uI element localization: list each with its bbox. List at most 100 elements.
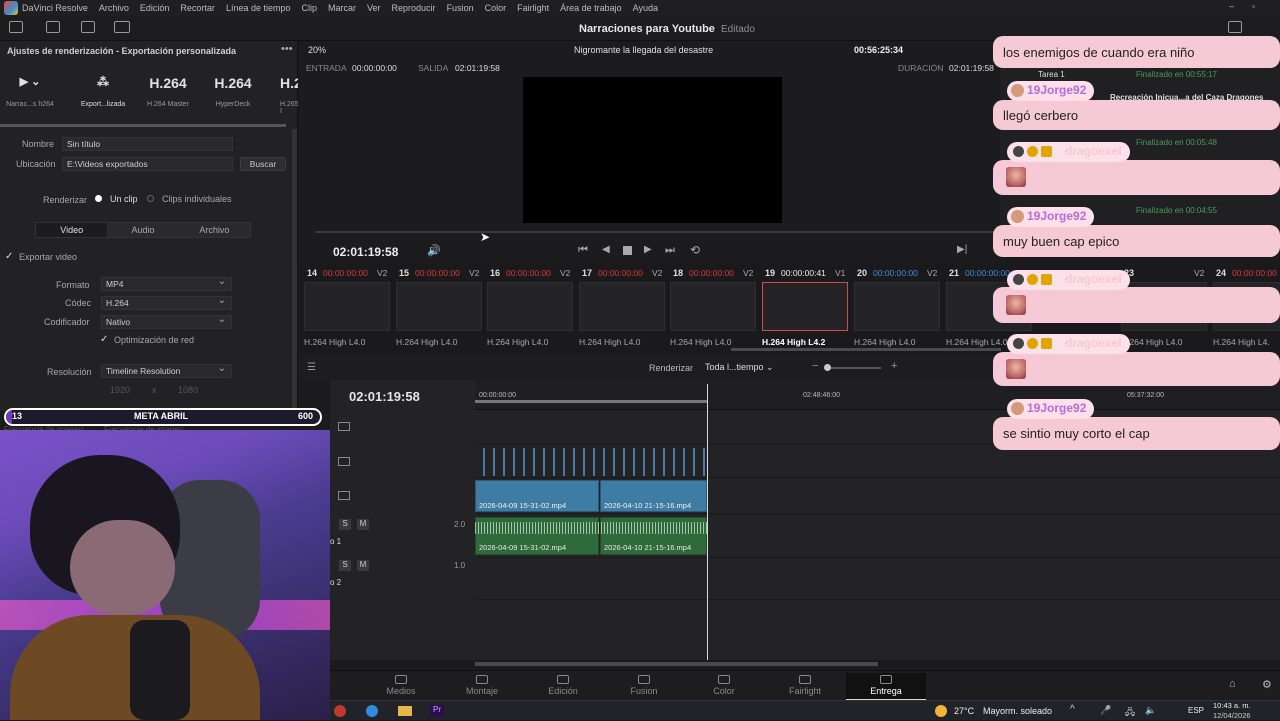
page-tab-color[interactable]: Color: [694, 673, 754, 696]
menu-fairlight[interactable]: Fairlight: [517, 3, 549, 13]
menu-archivo[interactable]: Archivo: [99, 3, 129, 13]
menu-ayuda[interactable]: Ayuda: [633, 3, 658, 13]
more-options-icon[interactable]: •••: [281, 43, 293, 55]
preset-scrollbar[interactable]: [0, 124, 286, 127]
maximize-icon[interactable]: ▫: [1252, 1, 1255, 11]
menu-reproducir[interactable]: Reproducir: [392, 3, 436, 13]
tab-archivo[interactable]: Archivo: [179, 223, 250, 237]
formato-select[interactable]: MP4: [101, 276, 232, 291]
clock-date[interactable]: 12/04/2026: [1213, 711, 1251, 720]
menu-edicion[interactable]: Edición: [140, 3, 170, 13]
menu-marcar[interactable]: Marcar: [328, 3, 356, 13]
zoom-select[interactable]: 20%: [308, 45, 326, 55]
menu-ver[interactable]: Ver: [367, 3, 381, 13]
video-preview[interactable]: [523, 77, 782, 223]
nombre-input[interactable]: Sin título: [62, 137, 233, 151]
track-v1-icon[interactable]: [338, 491, 350, 500]
preset-narraciones[interactable]: ▶ ⌄ Narrac...s h264: [0, 75, 60, 108]
last-frame-icon[interactable]: ⏭: [665, 244, 675, 257]
resolucion-select[interactable]: Timeline Resolution: [101, 363, 232, 378]
timeline-scrollbar[interactable]: [475, 662, 878, 666]
mic-icon[interactable]: 🎤: [1100, 705, 1111, 716]
tab-video[interactable]: Video: [36, 223, 108, 237]
page-tab-montaje[interactable]: Montaje: [452, 673, 512, 696]
speaker-icon[interactable]: 🔈: [1145, 705, 1156, 716]
track-v1[interactable]: 2026-04-09 15-31-02.mp4 2026-04-10 21-15…: [475, 478, 1280, 514]
playhead[interactable]: [707, 384, 708, 660]
loop-icon[interactable]: ⟲: [690, 243, 700, 257]
clip-thumbnail[interactable]: [396, 282, 482, 331]
menu-linea-de-tiempo[interactable]: Línea de tiempo: [226, 3, 291, 13]
video-clip[interactable]: 2026-04-10 21-15-16.mp4: [600, 480, 707, 512]
network-icon[interactable]: 🖧: [1125, 705, 1135, 721]
minimize-icon[interactable]: –: [1229, 1, 1234, 11]
codec-select[interactable]: H.264: [101, 295, 232, 310]
film-icon[interactable]: [114, 21, 130, 33]
tray-chevron-icon[interactable]: ^: [1070, 704, 1075, 715]
list-icon[interactable]: [81, 21, 95, 33]
solo-a2-button[interactable]: S: [339, 560, 351, 571]
video-clip[interactable]: 2026-04-09 15-31-02.mp4: [475, 480, 599, 512]
panel-scrollbar[interactable]: [292, 129, 297, 409]
track-a1[interactable]: 2026-04-09 15-31-02.mp4 2026-04-10 21-15…: [475, 516, 1280, 558]
clip-thumbnail[interactable]: [670, 282, 756, 331]
clips-individuales-radio[interactable]: [147, 195, 154, 202]
exportar-video-checkbox[interactable]: ✓: [5, 251, 13, 262]
preset-hyperdeck[interactable]: H.264 HyperDeck: [203, 75, 263, 108]
viewer-scrubber[interactable]: [315, 231, 995, 233]
home-icon[interactable]: ⌂: [1229, 678, 1236, 690]
reverse-icon[interactable]: ◀: [602, 244, 610, 255]
zoom-out-icon[interactable]: −: [812, 360, 818, 372]
clock-time[interactable]: 10:43 a. m.: [1213, 701, 1251, 710]
weather-desc[interactable]: Mayorm. soleado: [983, 706, 1052, 716]
language-indicator[interactable]: ESP: [1188, 706, 1204, 715]
render-settings-icon[interactable]: [9, 21, 23, 33]
panel-icon[interactable]: [1228, 21, 1242, 33]
page-tab-fusion[interactable]: Fusion: [614, 673, 674, 696]
page-tab-medios[interactable]: Medios: [371, 673, 431, 696]
next-clip-icon[interactable]: ▶|: [957, 244, 967, 255]
menu-recortar[interactable]: Recortar: [180, 3, 215, 13]
track-a2[interactable]: [475, 558, 1280, 600]
solo-a1-button[interactable]: S: [339, 519, 351, 530]
preset-h265[interactable]: H.2 H.265 I: [262, 75, 298, 115]
play-button-icon[interactable]: ▶: [644, 244, 652, 255]
page-tab-edicion[interactable]: Edición: [533, 673, 593, 696]
menu-area-de-trabajo[interactable]: Área de trabajo: [560, 3, 622, 13]
volume-icon[interactable]: 🔊: [427, 244, 441, 257]
menu-color[interactable]: Color: [485, 3, 507, 13]
first-frame-icon[interactable]: ⏮: [578, 244, 588, 257]
clapper-icon[interactable]: [46, 21, 60, 33]
clip-thumbnail[interactable]: [304, 282, 390, 331]
un-clip-radio[interactable]: [95, 195, 102, 202]
clip-strip-scrollbar[interactable]: [731, 348, 1001, 351]
codificador-select[interactable]: Nativo: [101, 314, 232, 329]
renderizar-range-select[interactable]: Toda l...tiempo ⌄: [701, 361, 787, 375]
zoom-in-icon[interactable]: +: [891, 360, 897, 372]
ubicacion-input[interactable]: E:\Videos exportados: [62, 157, 233, 171]
timeline-name[interactable]: Nigromante la llegada del desastre: [574, 45, 713, 55]
tab-audio[interactable]: Audio: [107, 223, 178, 237]
preset-h264-master[interactable]: H.264 H.264 Master: [138, 75, 198, 108]
clip-thumbnail[interactable]: [854, 282, 940, 331]
folder-icon[interactable]: [398, 706, 412, 716]
preset-exportacion[interactable]: ⁂ Export...lizada: [73, 75, 133, 108]
premiere-icon[interactable]: Pr: [430, 705, 444, 717]
weather-temp[interactable]: 27°C: [954, 706, 974, 716]
menu-fusion[interactable]: Fusion: [447, 3, 474, 13]
obs-icon[interactable]: [334, 705, 346, 717]
mute-a2-button[interactable]: M: [357, 560, 369, 571]
page-tab-entrega[interactable]: Entrega: [846, 673, 926, 701]
timeline-options-icon[interactable]: ☰: [307, 362, 316, 373]
menu-clip[interactable]: Clip: [301, 3, 317, 13]
page-tab-fairlight[interactable]: Fairlight: [775, 673, 835, 696]
zoom-slider-handle[interactable]: [824, 364, 831, 371]
clip-thumbnail[interactable]: [487, 282, 573, 331]
buscar-button[interactable]: Buscar: [240, 157, 286, 171]
clip-thumbnail[interactable]: [579, 282, 665, 331]
clip-thumbnail[interactable]: [762, 282, 848, 331]
stop-icon[interactable]: [623, 246, 632, 255]
optimizacion-checkbox[interactable]: ✓: [100, 334, 108, 345]
track-v3-icon[interactable]: [338, 422, 350, 431]
edge-icon[interactable]: [366, 705, 378, 717]
